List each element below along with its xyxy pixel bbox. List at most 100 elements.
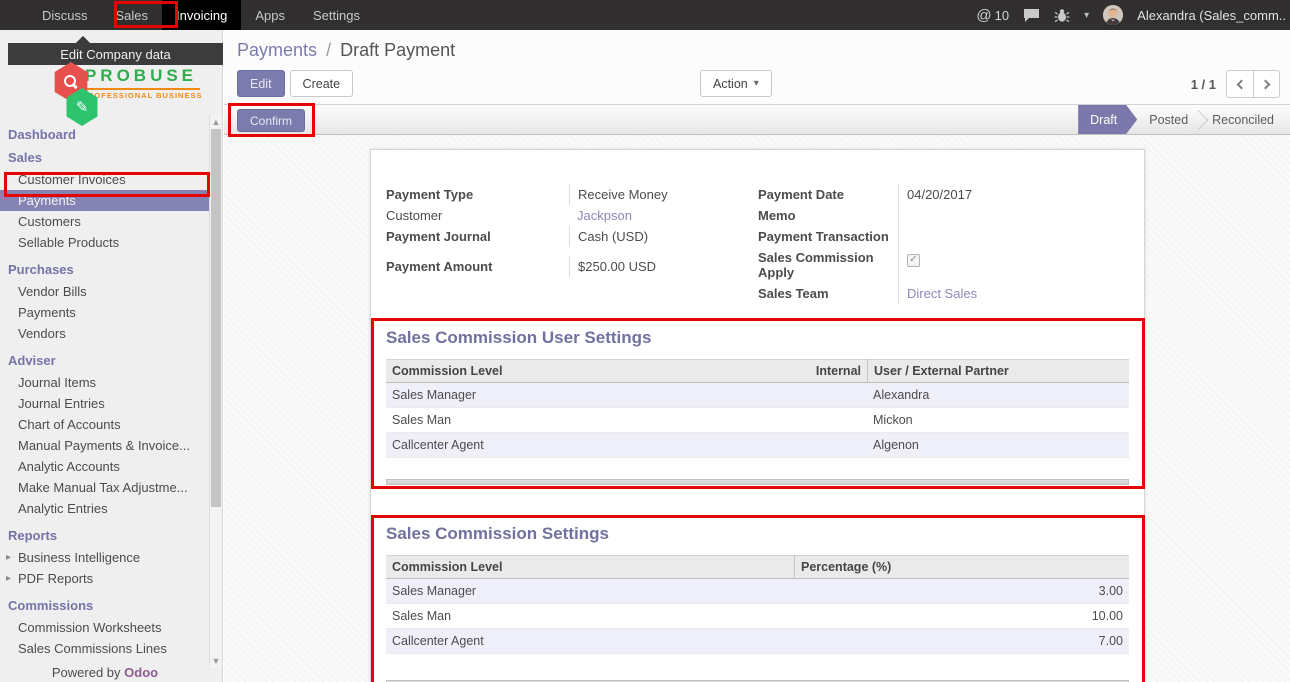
company-logo[interactable]: PROBUSE PROFESSIONAL BUSINESS ✎ [50,66,200,118]
table-row[interactable]: Sales Man 10.00 [386,604,1129,629]
sidebar-item-payments[interactable]: Payments [0,190,210,211]
horizontal-scrollbar[interactable] [386,479,1129,485]
sidebar-heading-commissions[interactable]: Commissions [0,594,210,617]
pencil-icon: ✎ [76,98,89,116]
user-settings-title: Sales Commission User Settings [386,328,651,348]
sidebar-item-journal-items[interactable]: Journal Items [0,372,210,393]
table-row[interactable]: Callcenter Agent Algenon [386,433,1129,458]
action-label: Action [713,77,748,91]
payment-date-value: 04/20/2017 [898,184,1128,205]
sales-team-value-link[interactable]: Direct Sales [907,286,977,301]
memo-label: Memo [758,205,898,226]
sidebar-heading-reports[interactable]: Reports [0,524,210,547]
odoo-link[interactable]: Odoo [124,665,158,680]
sidebar-item-commission-worksheets[interactable]: Commission Worksheets [0,617,210,638]
sidebar-item-business-intelligence[interactable]: ▸ Business Intelligence [0,547,210,568]
expand-arrow-icon[interactable]: ▸ [6,568,11,589]
create-button[interactable]: Create [290,70,354,97]
sidebar-heading-dashboard[interactable]: Dashboard [0,123,210,146]
user-avatar[interactable] [1103,5,1123,25]
pager-previous-button[interactable] [1226,70,1253,98]
sales-commission-apply-checkbox[interactable]: ✓ [907,254,920,267]
sidebar-item-manual-payments[interactable]: Manual Payments & Invoice... [0,435,210,456]
navbar-systray: @ 10 ▾ [976,0,1290,30]
table-row[interactable]: Sales Manager 3.00 [386,579,1129,604]
cell-percentage: 3.00 [794,584,1129,598]
sidebar-scrollbar[interactable]: ▲ ▼ [209,115,222,668]
cell-percentage: 10.00 [794,609,1129,623]
action-dropdown-button[interactable]: Action ▾ [700,70,772,97]
debug-bug-icon[interactable] [1054,8,1070,23]
sidebar-item-journal-entries[interactable]: Journal Entries [0,393,210,414]
scroll-up-icon[interactable]: ▲ [210,117,222,127]
sidebar-heading-adviser[interactable]: Adviser [0,349,210,372]
table-row[interactable]: Sales Man Mickon [386,408,1129,433]
cell-commission-level: Sales Man [386,609,794,623]
scroll-down-icon[interactable]: ▼ [210,656,222,666]
sidebar-item-customers[interactable]: Customers [0,211,210,232]
nav-item-invoicing[interactable]: Invoicing [162,0,241,30]
cell-commission-level: Callcenter Agent [386,438,867,452]
sidebar-item-pdf-reports[interactable]: ▸ PDF Reports [0,568,210,589]
logo-text: PROBUSE PROFESSIONAL BUSINESS [82,66,200,100]
pager-next-button[interactable] [1253,70,1280,98]
sidebar-item-analytic-entries[interactable]: Analytic Entries [0,498,210,519]
sidebar-item-chart-of-accounts[interactable]: Chart of Accounts [0,414,210,435]
left-sidebar: Edit Company data PROBUSE PROFESSIONAL B… [0,30,223,682]
cell-commission-level: Callcenter Agent [386,634,794,648]
customer-value-link[interactable]: Jackpson [577,208,632,223]
nav-item-apps[interactable]: Apps [241,0,299,30]
sidebar-item-vendor-bills[interactable]: Vendor Bills [0,281,210,302]
cell-commission-level: Sales Man [386,413,867,427]
nav-item-sales[interactable]: Sales [102,0,163,30]
status-step-draft[interactable]: Draft [1078,105,1137,134]
user-settings-table: Commission Level Internal User / Externa… [386,359,1129,458]
table-row[interactable]: Callcenter Agent 7.00 [386,629,1129,654]
mentions-counter[interactable]: @ 10 [976,7,1009,24]
payment-amount-label: Payment Amount [386,256,569,277]
col-partner-prefix: Internal [816,364,861,378]
scrollbar-thumb[interactable] [211,129,221,507]
sidebar-menu: Dashboard Sales Customer Invoices Paymen… [0,118,210,682]
powered-by-odoo: Powered by Odoo [0,665,210,682]
messages-icon[interactable] [1023,8,1040,23]
sidebar-heading-sales[interactable]: Sales [0,146,210,169]
status-step-reconciled[interactable]: Reconciled [1200,105,1286,134]
sidebar-item-sellable-products[interactable]: Sellable Products [0,232,210,253]
col-internal-user-external-partner: User / External Partner [867,359,1129,383]
app-window: Discuss Sales Invoicing Apps Settings @ … [0,0,1290,682]
memo-value [898,205,1128,226]
sidebar-item-analytic-accounts[interactable]: Analytic Accounts [0,456,210,477]
pager-buttons [1226,70,1280,98]
breadcrumb-payments-link[interactable]: Payments [237,40,317,60]
sidebar-item-sales-commissions-lines[interactable]: Sales Commissions Lines [0,638,210,659]
main-content: Payments / Draft Payment Edit Create Act… [224,30,1290,682]
cell-commission-level: Sales Manager [386,388,867,402]
confirm-button[interactable]: Confirm [237,109,305,132]
edit-company-tooltip[interactable]: Edit Company data [8,43,223,65]
table-row[interactable]: Sales Manager Alexandra [386,383,1129,408]
sidebar-item-payments-purchases[interactable]: Payments [0,302,210,323]
chevron-left-icon [1237,79,1247,89]
pager: 1 / 1 [1191,70,1280,98]
payment-transaction-value [898,226,1128,247]
debug-caret-icon[interactable]: ▾ [1084,10,1089,21]
col-commission-level: Commission Level [386,555,794,579]
sidebar-heading-purchases[interactable]: Purchases [0,258,210,281]
expand-arrow-icon[interactable]: ▸ [6,547,11,568]
sidebar-item-vendors[interactable]: Vendors [0,323,210,344]
col-commission-level: Commission Level [392,364,502,378]
form-left-group: Payment Type Receive Money Customer Jack… [386,184,741,277]
cell-commission-level: Sales Manager [386,584,794,598]
logo-brand-name: PROBUSE [82,66,200,86]
edit-button[interactable]: Edit [237,70,285,97]
sidebar-item-label: Business Intelligence [18,550,140,565]
check-icon: ✓ [909,255,917,265]
nav-item-settings[interactable]: Settings [299,0,374,30]
sidebar-item-manual-tax-adjustment[interactable]: Make Manual Tax Adjustme... [0,477,210,498]
sidebar-item-customer-invoices[interactable]: Customer Invoices [0,169,210,190]
col-percentage: Percentage (%) [794,555,1129,579]
nav-item-discuss[interactable]: Discuss [28,0,102,30]
user-menu[interactable]: Alexandra (Sales_comm.. [1137,8,1286,23]
action-caret-icon: ▾ [754,78,759,89]
